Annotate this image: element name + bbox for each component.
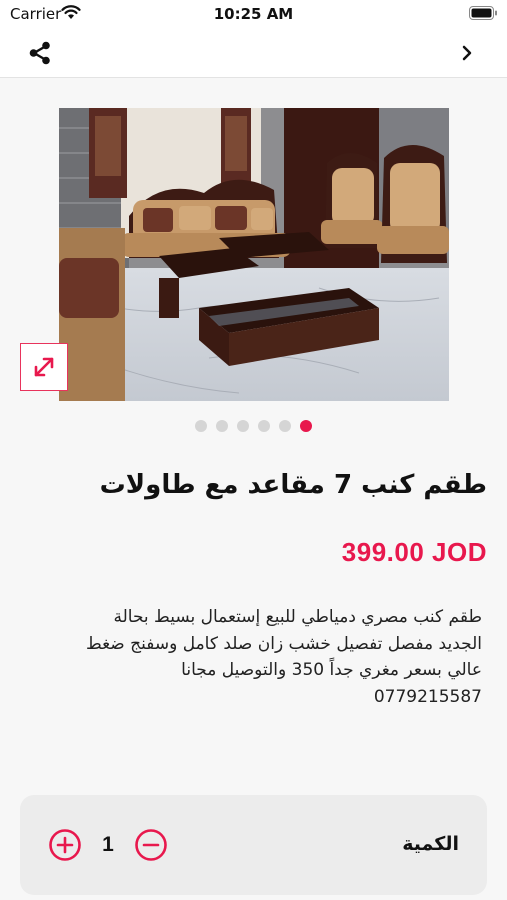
- quantity-card: الكمية 1: [20, 795, 487, 895]
- product-photo[interactable]: [59, 108, 449, 401]
- quantity-label: الكمية: [402, 833, 459, 855]
- product-price: 399.00 JOD: [341, 537, 487, 567]
- share-icon[interactable]: [27, 40, 53, 66]
- page-dot[interactable]: [258, 420, 270, 432]
- quantity-value: 1: [102, 833, 114, 856]
- status-bar: Carrier 10:25 AM: [0, 0, 507, 30]
- description-line: 0779215587: [373, 686, 482, 707]
- nav-bar: [0, 30, 507, 78]
- page-dot[interactable]: [237, 420, 249, 432]
- description-line: الجديد مفصل تفصيل خشب زان صلد كامل وسفنج…: [85, 633, 482, 654]
- description-line: عالي بسعر مغري جداً 350 والتوصيل مجانا: [181, 660, 482, 680]
- page-dot[interactable]: [195, 420, 207, 432]
- clock: 10:25 AM: [213, 5, 294, 23]
- chevron-right-icon[interactable]: [459, 43, 475, 63]
- page-dot-active[interactable]: [300, 420, 312, 432]
- page-dot[interactable]: [279, 420, 291, 432]
- description-line: طقم كنب مصري دمياطي للبيع إستعمال بسيط ب…: [113, 607, 482, 627]
- page-dot[interactable]: [216, 420, 228, 432]
- battery-icon: [469, 6, 497, 20]
- decrease-quantity-button[interactable]: [134, 828, 168, 862]
- product-title: طقم كنب 7 مقاعد مع طاولات: [99, 470, 487, 500]
- expand-icon: [34, 357, 54, 377]
- page-indicator[interactable]: [195, 420, 312, 432]
- increase-quantity-button[interactable]: [48, 828, 82, 862]
- product-description: طقم كنب مصري دمياطي للبيع إستعمال بسيط ب…: [12, 604, 482, 710]
- expand-button[interactable]: [20, 343, 68, 391]
